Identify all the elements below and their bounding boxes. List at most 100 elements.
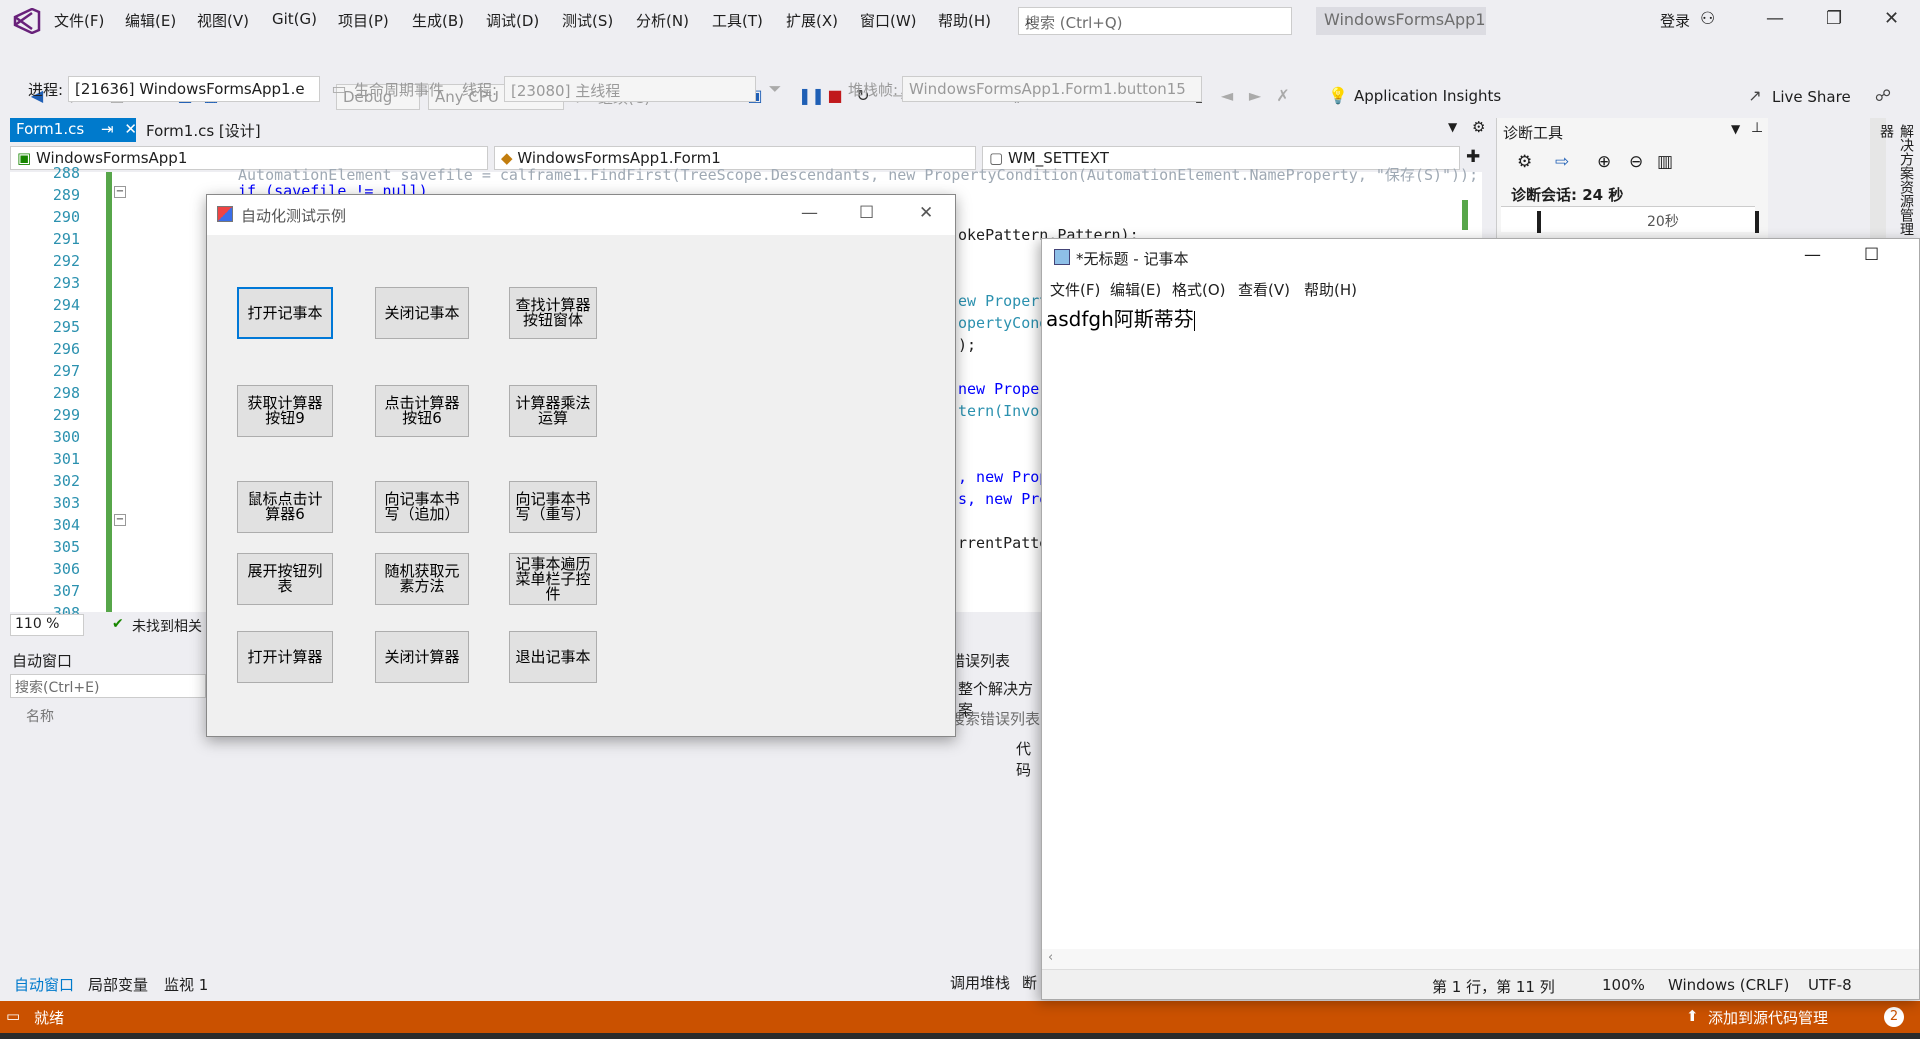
error-search-input[interactable]: 搜索错误列表 (950, 708, 1040, 729)
settings-icon[interactable]: ⚙ (1472, 118, 1485, 136)
form-button-6[interactable]: 计算器乘法运算 (509, 385, 597, 437)
chart-icon[interactable]: ▥ (1657, 152, 1673, 172)
form-button-1[interactable]: 打开记事本 (237, 287, 333, 339)
text-caret (1193, 310, 1195, 331)
timeline-marker-start[interactable] (1537, 211, 1541, 233)
tab-list-icon[interactable]: ▼ (1448, 120, 1457, 134)
form-button-11[interactable]: 随机获取元素方法 (375, 553, 469, 605)
close-icon[interactable]: ✕ (919, 203, 933, 223)
code-fragment: tern(Invok (958, 402, 1049, 420)
line-number: 304 (52, 516, 80, 534)
form-button-5[interactable]: 点击计算器按钮6 (375, 385, 469, 437)
notepad-menu-edit[interactable]: 编辑(E) (1110, 279, 1161, 300)
thread-dropdown[interactable]: [23080] 主线程 (504, 76, 756, 102)
zoom-dropdown[interactable]: 110 % (10, 614, 84, 636)
form-button-8[interactable]: 向记事本书写（追加） (375, 481, 469, 533)
menu-git[interactable]: Git(G) (272, 10, 317, 28)
form-button-14[interactable]: 关闭计算器 (375, 631, 469, 683)
tab-call-stack[interactable]: 调用堆栈 (950, 972, 1010, 993)
notepad-menu-file[interactable]: 文件(F) (1050, 279, 1100, 300)
diagnostic-tools-panel: 诊断工具 ▼ ⊥ ⚙ ⇨ ⊕ ⊖ ▥ 诊断会话: 24 秒 20秒 (1496, 118, 1768, 238)
pin-icon[interactable]: ⊥ (1751, 120, 1763, 136)
tab-watch-1[interactable]: 监视 1 (164, 974, 208, 995)
autos-search-input[interactable]: 搜索(Ctrl+E) (10, 674, 206, 698)
tab-locals[interactable]: 局部变量 (88, 974, 148, 995)
form-button-7[interactable]: 鼠标点击计算器6 (237, 481, 333, 533)
maximize-icon[interactable]: ☐ (859, 203, 874, 223)
vs-search-input[interactable]: 搜索 (Ctrl+Q) ⌕ (1018, 7, 1292, 35)
minimize-icon[interactable]: — (1804, 245, 1821, 265)
menu-file[interactable]: 文件(F) (54, 10, 104, 31)
menu-edit[interactable]: 编辑(E) (125, 10, 176, 31)
cursor-position: 第 1 行，第 11 列 (1432, 978, 1555, 996)
pin-icon[interactable]: ⇥ (101, 120, 114, 138)
tab-autos[interactable]: 自动窗口 (14, 974, 74, 995)
add-to-source-control-button[interactable]: 添加到源代码管理 (1708, 1007, 1828, 1028)
menu-project[interactable]: 项目(P) (338, 10, 389, 31)
form-button-12[interactable]: 记事本遍历菜单栏子控件 (509, 553, 597, 605)
restore-icon[interactable]: ❐ (1826, 8, 1842, 29)
code-fragment: ); (958, 336, 977, 354)
error-code-column[interactable]: 代码 (1016, 738, 1042, 780)
scroll-left-icon[interactable]: ‹ (1048, 950, 1053, 965)
collapse-icon[interactable]: − (114, 186, 126, 198)
timeline[interactable]: 20秒 (1501, 206, 1759, 233)
close-icon[interactable]: ✕ (1884, 8, 1899, 29)
minimize-icon[interactable]: — (801, 203, 818, 223)
notepad-title-bar[interactable]: *无标题 - 记事本 — ☐ (1042, 239, 1919, 275)
line-number: 295 (52, 318, 80, 336)
menu-view[interactable]: 视图(V) (197, 10, 249, 31)
tab-form1-designer[interactable]: Form1.cs [设计] (140, 118, 267, 142)
timeline-marker-end[interactable] (1755, 211, 1759, 233)
notepad-text-area[interactable]: asdfgh阿斯蒂芬 (1046, 303, 1195, 332)
zoom-in-icon[interactable]: ⊕ (1597, 152, 1611, 172)
line-number: 288 (52, 164, 80, 182)
form-button-4[interactable]: 获取计算器按钮9 (237, 385, 333, 437)
minimap-change-marker (1462, 200, 1468, 230)
zoom-level: 100% (1602, 976, 1645, 994)
notepad-menu-format[interactable]: 格式(O) (1172, 279, 1226, 300)
thread-label: 线程: (462, 81, 498, 99)
form-button-9[interactable]: 向记事本书写（重写） (509, 481, 597, 533)
form-button-3[interactable]: 查找计算器按钮窗体 (509, 287, 597, 339)
menu-analyze[interactable]: 分析(N) (636, 10, 689, 31)
export-icon[interactable]: ⇨ (1555, 152, 1569, 172)
autos-list[interactable] (8, 728, 936, 968)
notepad-menu-view[interactable]: 查看(V) (1238, 279, 1290, 300)
form-title-bar[interactable]: 自动化测试示例 — ☐ ✕ (207, 195, 955, 235)
horizontal-scrollbar[interactable]: ‹ (1042, 949, 1919, 969)
form-button-10[interactable]: 展开按钮列表 (237, 553, 333, 605)
menu-build[interactable]: 生成(B) (412, 10, 464, 31)
menu-tools[interactable]: 工具(T) (712, 10, 763, 31)
autos-name-column[interactable]: 名称 (26, 706, 54, 726)
filter-icon[interactable]: ⏷ (766, 80, 784, 98)
maximize-icon[interactable]: ☐ (1864, 245, 1879, 265)
menu-help[interactable]: 帮助(H) (938, 10, 991, 31)
sign-in-link[interactable]: 登录 (1660, 10, 1690, 31)
notepad-menu-help[interactable]: 帮助(H) (1304, 279, 1357, 300)
line-ending: Windows (CRLF) (1668, 976, 1790, 994)
form-button-13[interactable]: 打开计算器 (237, 631, 333, 683)
collapse-icon[interactable]: − (114, 514, 126, 526)
menu-extensions[interactable]: 扩展(X) (786, 10, 838, 31)
menu-window[interactable]: 窗口(W) (860, 10, 917, 31)
menu-test[interactable]: 测试(S) (562, 10, 613, 31)
process-dropdown[interactable]: [21636] WindowsFormsApp1.e (68, 76, 320, 102)
panel-menu-icon[interactable]: ▼ (1731, 122, 1740, 136)
form-button-2[interactable]: 关闭记事本 (375, 287, 469, 339)
settings-icon[interactable]: ⚙ (1517, 152, 1532, 172)
form-button-15[interactable]: 退出记事本 (509, 631, 597, 683)
minimize-icon[interactable]: — (1766, 8, 1784, 29)
notification-badge[interactable]: 2 (1884, 1007, 1904, 1027)
solution-explorer-tab[interactable]: 解决方案资源管理器 (1878, 118, 1916, 238)
zoom-out-icon[interactable]: ⊖ (1629, 152, 1643, 172)
account-icon[interactable]: ⚇ (1700, 9, 1715, 29)
stack-frame-dropdown[interactable]: WindowsFormsApp1.Form1.button15 (902, 76, 1202, 102)
menu-debug[interactable]: 调试(D) (486, 10, 539, 31)
tab-form1-cs[interactable]: Form1.cs ⇥ ✕ (10, 118, 137, 142)
tab-breakpoints[interactable]: 断 (1022, 972, 1037, 993)
visual-studio-logo-icon (13, 8, 41, 34)
lifecycle-events-button[interactable]: 生命周期事件 (354, 79, 444, 100)
issues-status[interactable]: 未找到相关 (132, 616, 202, 636)
tab-close-icon[interactable]: ✕ (124, 120, 137, 138)
